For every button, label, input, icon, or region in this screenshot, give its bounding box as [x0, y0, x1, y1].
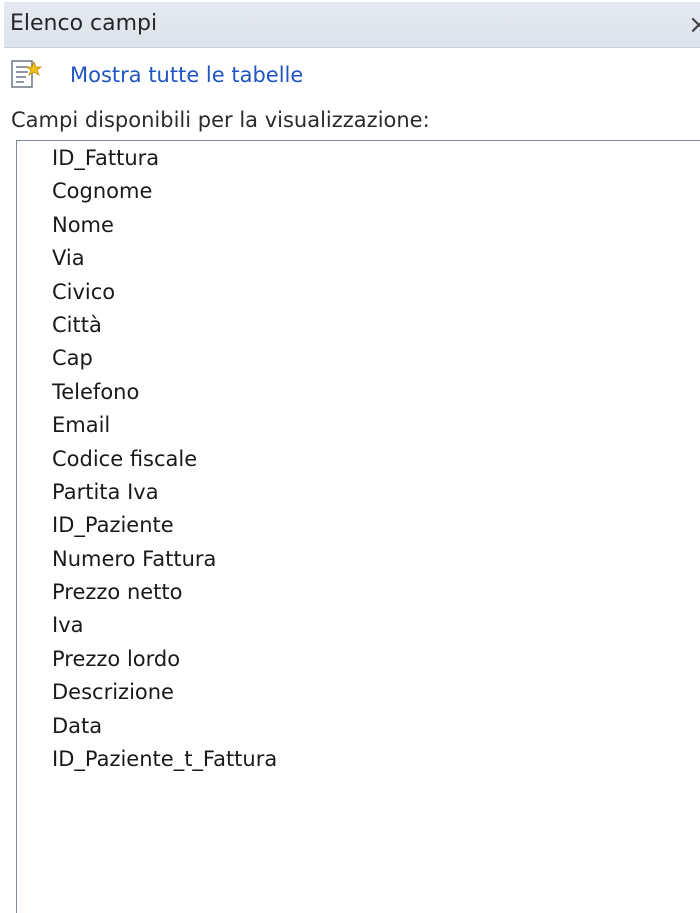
field-item[interactable]: Prezzo lordo	[52, 643, 277, 676]
field-item[interactable]: Data	[52, 710, 277, 743]
field-item[interactable]: Iva	[52, 609, 277, 642]
field-item[interactable]: Telefono	[52, 376, 277, 409]
field-item[interactable]: Cap	[52, 342, 277, 375]
available-fields-list[interactable]: ID_Fattura Cognome Nome Via Civico Città…	[16, 140, 700, 913]
field-item[interactable]: Email	[52, 409, 277, 442]
close-icon[interactable]: ×	[688, 8, 700, 42]
field-list-pane: Elenco campi × Mostra tutte le tabelle C…	[0, 0, 700, 913]
field-item[interactable]: Prezzo netto	[52, 576, 277, 609]
field-item[interactable]: ID_Paziente	[52, 509, 277, 542]
field-item[interactable]: Civico	[52, 276, 277, 309]
tables-icon	[11, 60, 43, 88]
pane-title-bar: Elenco campi ×	[4, 2, 700, 48]
field-item[interactable]: Numero Fattura	[52, 543, 277, 576]
pane-title: Elenco campi	[10, 11, 158, 36]
field-item[interactable]: Descrizione	[52, 676, 277, 709]
field-item[interactable]: Cognome	[52, 175, 277, 208]
show-all-tables-link-row[interactable]: Mostra tutte le tabelle	[8, 56, 303, 94]
field-items: ID_Fattura Cognome Nome Via Civico Città…	[52, 142, 277, 776]
field-item[interactable]: Città	[52, 309, 277, 342]
available-fields-label: Campi disponibili per la visualizzazione…	[11, 108, 430, 132]
field-item[interactable]: Codice fiscale	[52, 443, 277, 476]
field-item[interactable]: ID_Fattura	[52, 142, 277, 175]
field-item[interactable]: ID_Paziente_t_Fattura	[52, 743, 277, 776]
show-all-tables-link[interactable]: Mostra tutte le tabelle	[70, 63, 303, 87]
field-item[interactable]: Nome	[52, 209, 277, 242]
field-item[interactable]: Partita Iva	[52, 476, 277, 509]
field-item[interactable]: Via	[52, 242, 277, 275]
